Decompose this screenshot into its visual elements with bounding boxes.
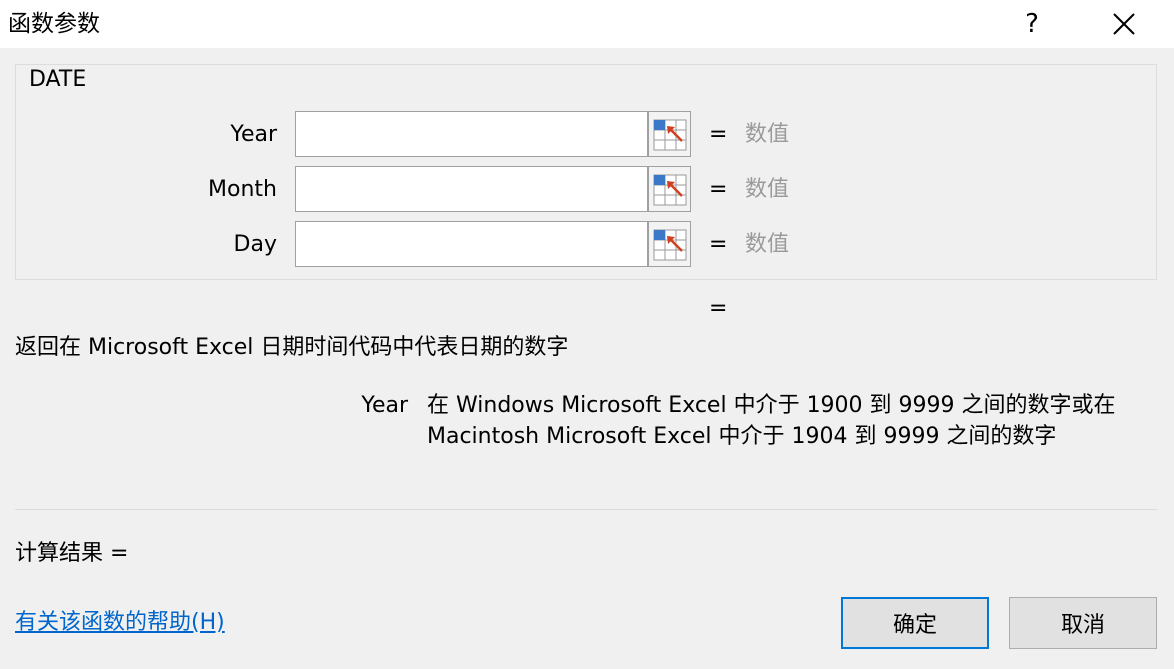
title-bar: 函数参数 ? bbox=[0, 0, 1174, 48]
year-equals: = bbox=[709, 122, 728, 147]
param-help-name: Year bbox=[361, 393, 408, 418]
arg-label-month: Month bbox=[208, 177, 277, 202]
function-name: DATE bbox=[27, 66, 89, 94]
month-hint: 数值 bbox=[745, 177, 790, 202]
year-hint: 数值 bbox=[745, 122, 790, 147]
day-ref-button[interactable] bbox=[648, 221, 691, 267]
function-result-equals: = bbox=[709, 296, 728, 321]
arg-label-year: Year bbox=[230, 122, 277, 147]
year-input[interactable] bbox=[295, 111, 648, 157]
param-help-text: 在 Windows Microsoft Excel 中介于 1900 到 999… bbox=[427, 390, 1116, 452]
month-input[interactable] bbox=[295, 166, 648, 212]
dialog-title: 函数参数 bbox=[8, 11, 100, 37]
month-equals: = bbox=[709, 177, 728, 202]
cancel-button[interactable]: 取消 bbox=[1009, 597, 1157, 649]
ok-button[interactable]: 确定 bbox=[841, 597, 989, 649]
arg-label-day: Day bbox=[233, 232, 277, 257]
day-equals: = bbox=[709, 232, 728, 257]
function-description: 返回在 Microsoft Excel 日期时间代码中代表日期的数字 bbox=[15, 335, 569, 360]
cell-reference-icon bbox=[653, 174, 687, 206]
param-help-line: 在 Windows Microsoft Excel 中介于 1900 到 999… bbox=[427, 393, 1116, 418]
cell-reference-icon bbox=[653, 229, 687, 261]
param-help-line: Macintosh Microsoft Excel 中介于 1904 到 999… bbox=[427, 424, 1057, 449]
help-button[interactable]: ? bbox=[1012, 4, 1052, 44]
day-input[interactable] bbox=[295, 221, 648, 267]
cell-reference-icon bbox=[653, 119, 687, 151]
year-ref-button[interactable] bbox=[648, 111, 691, 157]
close-icon bbox=[1113, 13, 1135, 35]
calc-result-label: 计算结果 = bbox=[15, 541, 129, 566]
month-ref-button[interactable] bbox=[648, 166, 691, 212]
separator bbox=[15, 509, 1157, 510]
day-hint: 数值 bbox=[745, 232, 790, 257]
close-button[interactable] bbox=[1100, 4, 1148, 44]
function-help-link[interactable]: 有关该函数的帮助(H) bbox=[15, 608, 225, 638]
